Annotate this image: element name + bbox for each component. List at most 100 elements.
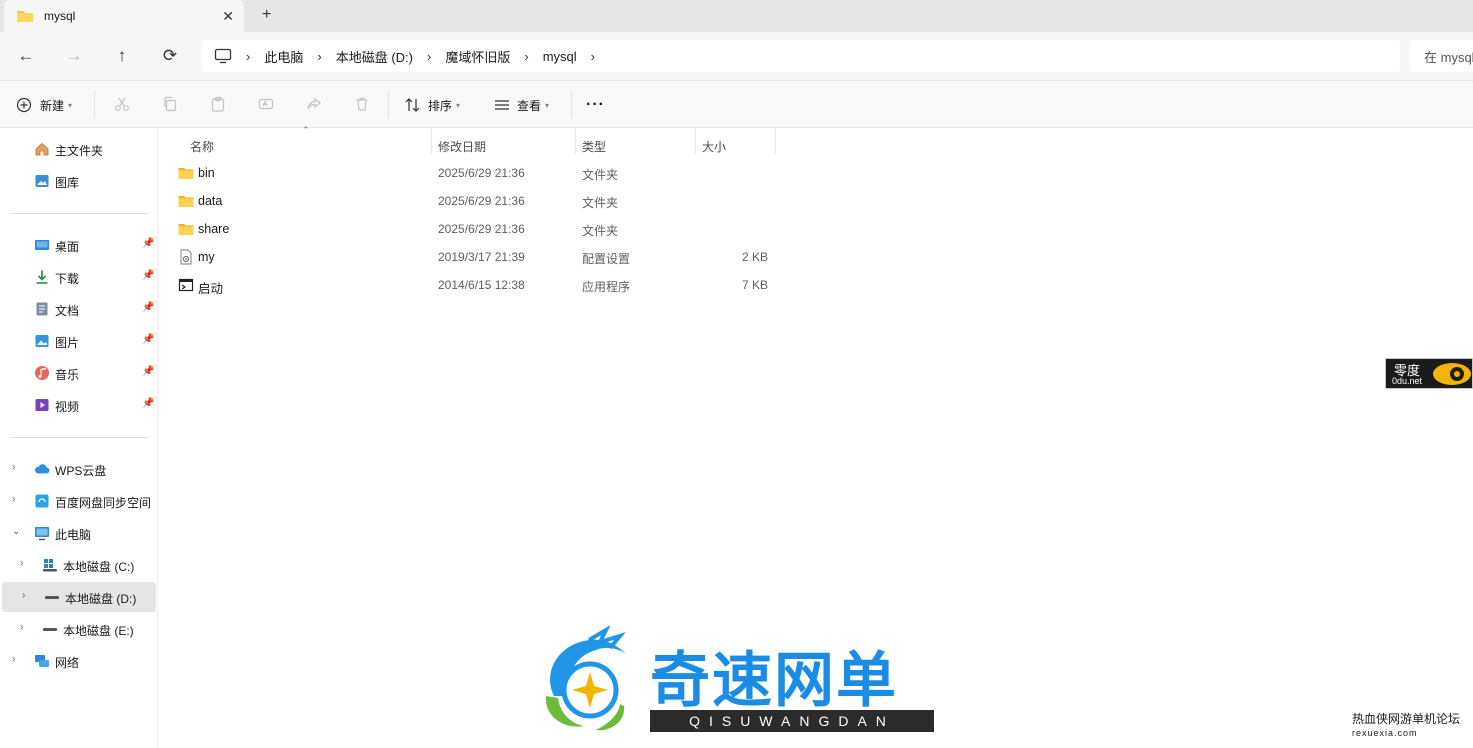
sidebar-item-documents[interactable]: 文档 📌 (0, 294, 156, 324)
sidebar-item-label: 图片 (55, 336, 80, 350)
file-date: 2025/6/29 21:36 (438, 194, 525, 208)
column-header-type[interactable]: 类型 (582, 136, 606, 156)
paste-icon[interactable] (207, 93, 229, 115)
chevron-right-icon[interactable]: › (20, 622, 23, 633)
sidebar-item-drive-c[interactable]: › 本地磁盘 (C:) (0, 550, 156, 580)
column-divider[interactable] (431, 128, 432, 154)
back-button[interactable]: ← (14, 44, 38, 68)
file-name: 启动 (198, 282, 224, 296)
pin-icon[interactable]: 📌 (142, 398, 154, 409)
sidebar-item-videos[interactable]: 视频 📌 (0, 390, 156, 420)
close-icon[interactable]: ✕ (222, 8, 234, 25)
folder-icon (178, 168, 194, 179)
chevron-down-icon[interactable]: ⌄ (12, 526, 20, 537)
breadcrumb-mysql[interactable]: mysql (543, 49, 577, 64)
rename-icon[interactable] (255, 93, 277, 115)
chevron-right-icon[interactable]: › (524, 49, 528, 64)
file-size: 2 KB (741, 250, 768, 264)
sidebar-item-downloads[interactable]: 下载 📌 (0, 262, 156, 292)
sidebar-item-wps-cloud[interactable]: › WPS云盘 (0, 454, 156, 484)
file-row-my[interactable]: my 2019/3/17 21:39 配置设置 2 KB (160, 243, 780, 271)
config-file-icon (180, 249, 192, 265)
navigation-pane: 主文件夹 图库 桌面 📌 下载 📌 文档 📌 图片 📌 音乐 📌 视频 📌 › (0, 128, 158, 748)
column-divider[interactable] (575, 128, 576, 154)
sidebar-item-label: 下载 (55, 272, 80, 286)
column-header-name[interactable]: 名称 (190, 136, 214, 156)
sidebar-item-pictures[interactable]: 图片 📌 (0, 326, 156, 356)
folder-icon (17, 11, 33, 22)
monitor-icon (214, 48, 232, 64)
sidebar-item-baidu-sync[interactable]: › 百度网盘同步空间 (0, 486, 156, 516)
pin-icon[interactable]: 📌 (142, 334, 154, 345)
chevron-right-icon[interactable]: › (22, 590, 25, 601)
file-type: 文件夹 (582, 168, 619, 182)
file-row-share[interactable]: share 2025/6/29 21:36 文件夹 (160, 215, 780, 243)
tab-title: mysql (44, 9, 76, 23)
chevron-right-icon[interactable]: › (12, 494, 15, 505)
pin-icon[interactable]: 📌 (142, 302, 154, 313)
file-row-bin[interactable]: bin 2025/6/29 21:36 文件夹 (160, 159, 780, 187)
network-icon (35, 655, 49, 667)
up-button[interactable]: ↑ (110, 44, 134, 68)
refresh-button[interactable]: ⟳ (158, 44, 182, 68)
pin-icon[interactable]: 📌 (142, 238, 154, 249)
sort-button[interactable]: 排序 ▾ (404, 93, 460, 117)
app-file-icon (178, 278, 194, 292)
file-date: 2014/6/15 12:38 (438, 278, 525, 292)
chevron-right-icon[interactable]: › (427, 49, 431, 64)
desktop-icon (35, 240, 49, 250)
chevron-right-icon[interactable]: › (317, 49, 321, 64)
breadcrumb-drive-d[interactable]: 本地磁盘 (D:) (336, 47, 413, 66)
column-header-date[interactable]: 修改日期 (438, 136, 486, 156)
watermark-forum: 热血侠网游单机论坛 rexuexia.com (1352, 712, 1460, 740)
command-bar: 新建 ▾ 排序 ▾ 查看 ▾ ··· (0, 80, 1473, 128)
home-icon (35, 142, 49, 156)
pictures-icon (35, 335, 49, 347)
sidebar-item-drive-d[interactable]: › 本地磁盘 (D:) (2, 582, 156, 612)
file-size: 7 KB (741, 278, 768, 292)
sidebar-item-drive-e[interactable]: › 本地磁盘 (E:) (0, 614, 156, 644)
sidebar-item-network[interactable]: › 网络 (0, 646, 156, 676)
sidebar-item-label: 桌面 (55, 240, 80, 254)
file-type: 应用程序 (582, 280, 631, 294)
new-tab-button[interactable]: + (262, 6, 271, 24)
chevron-right-icon[interactable]: › (20, 558, 23, 569)
file-date: 2019/3/17 21:39 (438, 250, 525, 264)
column-header-size[interactable]: 大小 (702, 136, 726, 156)
chevron-right-icon[interactable]: › (246, 49, 250, 64)
new-button[interactable]: 新建 ▾ (16, 93, 72, 117)
gallery-icon (35, 175, 49, 187)
sidebar-item-this-pc[interactable]: ⌄ 此电脑 (0, 518, 156, 548)
address-bar[interactable]: › 此电脑 › 本地磁盘 (D:) › 魔域怀旧版 › mysql › (202, 40, 1400, 72)
watermark-forum-title: 热血侠网游单机论坛 (1352, 712, 1461, 726)
copy-icon[interactable] (159, 93, 181, 115)
sidebar-item-gallery[interactable]: 图库 (0, 166, 156, 196)
pin-icon[interactable]: 📌 (142, 366, 154, 377)
file-row-startup[interactable]: 启动 2014/6/15 12:38 应用程序 7 KB (160, 271, 780, 299)
watermark-0du: 零度 0du.net (1385, 358, 1473, 389)
sidebar-item-desktop[interactable]: 桌面 📌 (0, 230, 156, 260)
pin-icon[interactable]: 📌 (142, 270, 154, 281)
column-divider[interactable] (695, 128, 696, 154)
tab-mysql[interactable]: mysql ✕ (4, 0, 244, 32)
chevron-right-icon[interactable]: › (591, 49, 595, 64)
share-icon[interactable] (303, 93, 325, 115)
chevron-right-icon[interactable]: › (12, 654, 15, 665)
sidebar-item-music[interactable]: 音乐 📌 (0, 358, 156, 388)
view-button[interactable]: 查看 ▾ (493, 93, 549, 117)
breadcrumb-game-folder[interactable]: 魔域怀旧版 (445, 47, 510, 66)
eye-logo-icon (1433, 363, 1471, 385)
cut-icon[interactable] (111, 93, 133, 115)
sidebar-item-home[interactable]: 主文件夹 (0, 134, 156, 164)
column-divider[interactable] (775, 128, 776, 154)
sidebar-item-label: 文档 (55, 304, 80, 318)
new-label: 新建 (40, 98, 65, 113)
breadcrumb-this-pc[interactable]: 此电脑 (264, 47, 303, 66)
chevron-right-icon[interactable]: › (12, 462, 15, 473)
delete-icon[interactable] (351, 93, 373, 115)
search-input[interactable]: 在 mysql (1410, 40, 1473, 72)
file-row-data[interactable]: data 2025/6/29 21:36 文件夹 (160, 187, 780, 215)
more-options-button[interactable]: ··· (586, 93, 605, 117)
forward-button[interactable]: → (62, 44, 86, 68)
divider (571, 91, 572, 119)
